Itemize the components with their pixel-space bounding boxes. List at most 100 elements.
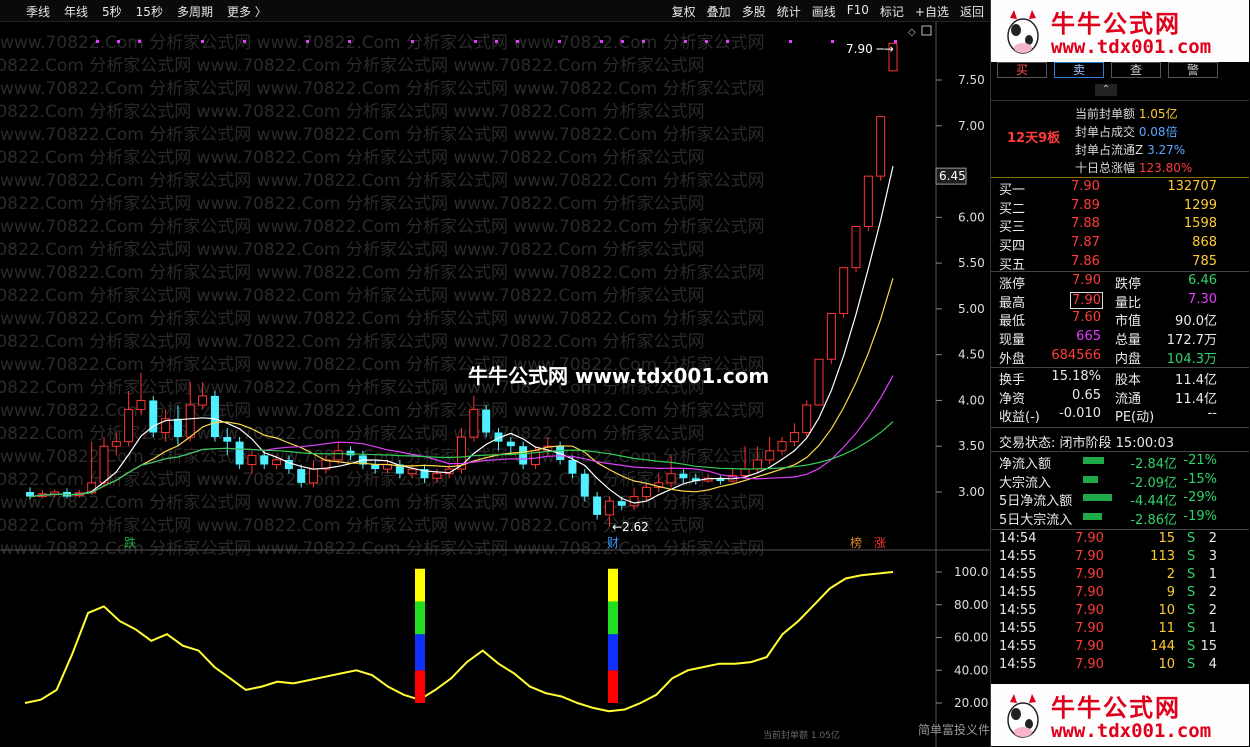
seal-row: 封单占流通Z 3.27% bbox=[1075, 143, 1186, 157]
candle-body bbox=[260, 455, 269, 465]
candle-body bbox=[617, 501, 626, 506]
stat-row: 涨停 7.90 跌停 6.46 bbox=[999, 273, 1217, 292]
high-price-label: 7.90 ─→ bbox=[846, 42, 894, 56]
signal-bar-segment bbox=[415, 634, 425, 671]
osc-tick-label: 100.0 bbox=[954, 565, 988, 579]
signal-dot bbox=[621, 40, 624, 43]
event-marker: 跌 bbox=[124, 535, 136, 550]
draw-line-button[interactable]: 画线 bbox=[812, 3, 836, 20]
status-label: 交易状态: bbox=[999, 436, 1056, 451]
watermark-text: www.70822.Com 分析家公式网 www.70822.Com 分析家公式… bbox=[0, 286, 705, 306]
f10-button[interactable]: F10 bbox=[847, 3, 869, 20]
bid-row: 买四 7.87 868 bbox=[999, 235, 1217, 255]
signal-bar-segment bbox=[415, 601, 425, 635]
osc-tick-label: 20.00 bbox=[954, 696, 988, 710]
candle-body bbox=[679, 473, 688, 479]
candle-body bbox=[802, 404, 812, 433]
alert-tab[interactable]: 警 bbox=[1168, 62, 1218, 78]
signal-dot bbox=[201, 40, 204, 43]
adjust-button[interactable]: 复权 bbox=[672, 3, 696, 20]
candle-body bbox=[469, 409, 479, 438]
flow-bar bbox=[1083, 475, 1098, 483]
signal-bar-segment bbox=[415, 670, 425, 703]
candle-body bbox=[297, 469, 306, 483]
tick-row: 14:55 7.90 10 S 2 bbox=[999, 603, 1217, 618]
watermark-text: www.70822.Com 分析家公式网 www.70822.Com 分析家公式… bbox=[0, 516, 705, 536]
candle-body bbox=[173, 418, 182, 438]
signal-dot bbox=[117, 40, 120, 43]
bottom-hint: 当前封单额 1.05亿 bbox=[763, 729, 840, 741]
watermark-text: www.70822.Com 分析家公式网 www.70822.Com 分析家公式… bbox=[0, 240, 705, 260]
watermark-text: www.70822.Com 分析家公式网 www.70822.Com 分析家公式… bbox=[0, 56, 705, 76]
tick-row: 14:55 7.90 113 S 3 bbox=[999, 549, 1217, 564]
brand-url[interactable]: www.tdx001.com bbox=[1051, 720, 1211, 742]
candle-body bbox=[604, 500, 614, 516]
brand-title: 牛牛公式网 bbox=[1051, 694, 1181, 722]
tab-multi-period[interactable]: 多周期 bbox=[177, 3, 213, 20]
brand-url[interactable]: www.tdx001.com bbox=[1051, 36, 1211, 58]
low-price-label: ←2.62 bbox=[612, 520, 649, 534]
candle-body bbox=[482, 409, 491, 433]
candle-body bbox=[136, 399, 146, 411]
signal-dot bbox=[96, 40, 99, 43]
candle-body bbox=[814, 358, 824, 406]
back-button[interactable]: 返回 bbox=[960, 3, 984, 20]
query-tab[interactable]: 查 bbox=[1111, 62, 1161, 78]
period-menu: 季线 年线 5秒 15秒 多周期 更多 〉 bbox=[26, 3, 267, 20]
watermark-text: www.70822.Com 分析家公式网 www.70822.Com 分析家公式… bbox=[0, 309, 765, 329]
stat-row: 换手 15.18% 股本 11.4亿 bbox=[999, 369, 1217, 388]
price-stats: 涨停 7.90 跌停 6.46 最高 7.90 量比 7.30 最低 7.60 市值 90.0亿 … bbox=[991, 271, 1249, 367]
candle-body bbox=[826, 312, 836, 360]
tab-year-line[interactable]: 年线 bbox=[64, 3, 88, 20]
candle-body bbox=[99, 445, 109, 484]
watermark-text: www.70822.Com 分析家公式网 www.70822.Com 分析家公式… bbox=[0, 424, 705, 444]
mark-button[interactable]: 标记 bbox=[880, 3, 904, 20]
watermark-text: www.70822.Com 分析家公式网 www.70822.Com 分析家公式… bbox=[0, 401, 765, 421]
collapse-chevron-icon[interactable]: ⌃ bbox=[1095, 84, 1117, 96]
candle-body bbox=[185, 404, 195, 438]
tab-5-seconds[interactable]: 5秒 bbox=[102, 3, 122, 20]
candle-body bbox=[371, 464, 380, 470]
signal-dot bbox=[243, 40, 246, 43]
candle-body bbox=[124, 409, 134, 443]
tick-row: 14:55 7.90 9 S 2 bbox=[999, 585, 1217, 600]
flow-bar bbox=[1083, 494, 1112, 501]
tab-quarter-line[interactable]: 季线 bbox=[26, 3, 50, 20]
statistics-button[interactable]: 统计 bbox=[777, 3, 801, 20]
multi-stock-button[interactable]: 多股 bbox=[742, 3, 766, 20]
price-tick-label: 3.00 bbox=[958, 485, 985, 499]
cow-logo-icon bbox=[1007, 10, 1039, 54]
candle-body bbox=[568, 459, 577, 474]
add-watchlist-button[interactable]: +自选 bbox=[915, 3, 949, 20]
osc-tick-label: 60.00 bbox=[954, 631, 988, 645]
sell-tab[interactable]: 卖 bbox=[1054, 62, 1104, 78]
tick-row: 14:55 7.90 11 S 1 bbox=[999, 621, 1217, 636]
candle-body bbox=[789, 431, 799, 443]
candle-body bbox=[519, 446, 528, 465]
bottom-right-hint: 简单富投义件 bbox=[918, 722, 990, 737]
seal-order-info: 12天9板 当前封单额 1.05亿 封单占成交 0.08倍 封单占流通Z 3.2… bbox=[991, 100, 1249, 176]
candle-body bbox=[432, 473, 442, 479]
candle-body bbox=[235, 441, 244, 465]
tick-list: 14:54 7.90 15 S 2 14:55 7.90 113 S 3 14:55 7.90 2 S… bbox=[991, 529, 1249, 674]
candle-body bbox=[740, 468, 750, 477]
more-menu[interactable]: 更多 〉 bbox=[227, 3, 267, 20]
quote-panel: 牛牛公式网 www.tdx001.com 买 卖 查 警 ⌃ 12天9板 当前封… bbox=[990, 0, 1250, 747]
tab-15-seconds[interactable]: 15秒 bbox=[136, 3, 163, 20]
candle-body bbox=[752, 459, 762, 470]
event-marker: 榜 bbox=[850, 535, 862, 550]
candle-body bbox=[223, 437, 232, 442]
stat-row: 收益(-) -0.010 PE(动) -- bbox=[999, 406, 1217, 426]
buy-tab[interactable]: 买 bbox=[997, 62, 1047, 78]
stat-row: 净资 0.65 流通 11.4亿 bbox=[999, 387, 1217, 407]
signal-bar-segment bbox=[608, 601, 618, 635]
overlay-button[interactable]: 叠加 bbox=[707, 3, 731, 20]
flow-bar bbox=[1083, 512, 1102, 520]
candle-body bbox=[777, 441, 787, 452]
candle-body bbox=[346, 450, 355, 456]
event-marker: 涨 bbox=[874, 535, 886, 550]
signal-dot bbox=[138, 40, 141, 43]
brand-banner-top: 牛牛公式网 www.tdx001.com bbox=[991, 0, 1249, 62]
stat-row: 外盘 684566 内盘 104.3万 bbox=[999, 347, 1217, 367]
brand-banner-bottom: 牛牛公式网 www.tdx001.com bbox=[991, 684, 1249, 746]
